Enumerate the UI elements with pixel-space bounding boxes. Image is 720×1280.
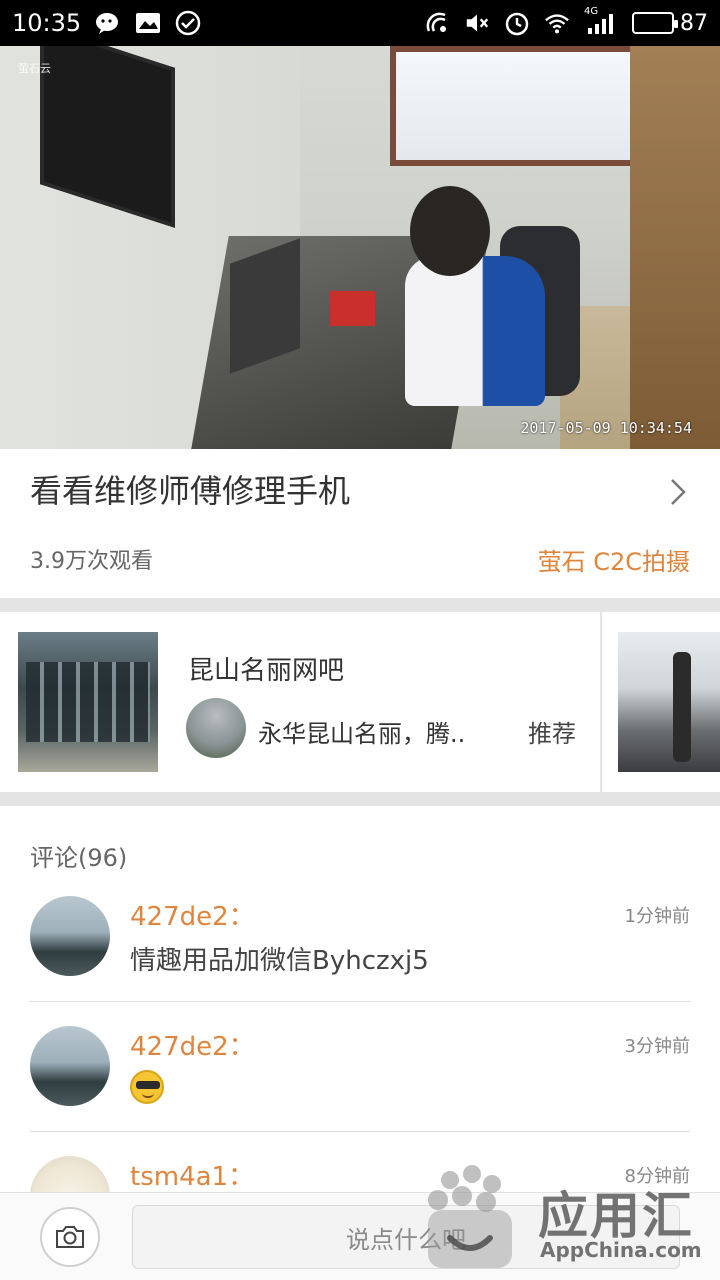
alarm-icon	[504, 10, 530, 36]
comment-time: 3分钟前	[624, 1036, 690, 1057]
card-divider	[600, 612, 602, 792]
wechat-icon	[95, 10, 121, 36]
recommend-tag: 推荐	[528, 720, 576, 748]
recommend-subtitle: 永华昆山名丽，腾..	[258, 720, 466, 748]
recommend-thumbnail[interactable]	[18, 632, 158, 772]
comment-input-placeholder: 说点什么吧	[346, 1225, 466, 1254]
camera-button[interactable]	[40, 1207, 100, 1267]
nfc-icon	[424, 10, 450, 36]
comment-input-bar: 说点什么吧	[0, 1192, 720, 1280]
comment-separator	[30, 1131, 690, 1132]
recommend-name[interactable]: 昆山名丽网吧	[188, 650, 344, 687]
camera-icon	[56, 1226, 84, 1248]
avatar[interactable]	[186, 698, 246, 758]
signal-icon: 4G	[584, 6, 618, 36]
status-time: 10:35	[12, 9, 82, 37]
gallery-icon	[135, 10, 161, 36]
video-player[interactable]: 萤石云 2017-05-09 10:34:54	[0, 46, 720, 449]
comment-input[interactable]: 说点什么吧	[132, 1205, 680, 1269]
comment-separator	[30, 1001, 690, 1002]
network-type: 4G	[584, 6, 599, 17]
section-divider	[0, 792, 720, 806]
battery-percent: 87	[680, 10, 708, 36]
comment-time: 1分钟前	[624, 906, 690, 927]
comments-header: 评论(96)	[30, 844, 128, 872]
comment-text: 情趣用品加微信Byhczxj5	[130, 946, 429, 976]
wifi-icon	[544, 10, 570, 36]
comment-item[interactable]: 427de2： 3分钟前	[0, 1026, 720, 1156]
comment-user[interactable]: 427de2：	[130, 1026, 255, 1063]
avatar[interactable]	[30, 1026, 110, 1106]
video-logo: 萤石云	[18, 62, 51, 75]
repair-technician	[395, 186, 545, 416]
comment-user[interactable]: tsm4a1：	[130, 1156, 254, 1193]
next-recommend-thumbnail[interactable]	[618, 632, 720, 772]
comment-item[interactable]: 427de2： 1分钟前 情趣用品加微信Byhczxj5	[0, 896, 720, 1026]
source-label[interactable]: 萤石 C2C拍摄	[538, 542, 690, 577]
status-bar: 10:35 4G 87	[0, 0, 720, 46]
video-timestamp: 2017-05-09 10:34:54	[520, 419, 692, 437]
view-count: 3.9万次观看	[30, 549, 153, 574]
chevron-right-icon[interactable]	[666, 477, 690, 505]
section-divider	[0, 598, 720, 612]
battery-icon: 87	[632, 11, 708, 36]
comment-user[interactable]: 427de2：	[130, 896, 255, 933]
check-circle-icon	[175, 10, 201, 36]
video-title-row[interactable]: 看看维修师傅修理手机	[0, 449, 720, 529]
page-title: 看看维修师傅修理手机	[30, 472, 351, 510]
sunglasses-emoji-icon	[130, 1070, 164, 1104]
comment-time: 8分钟前	[624, 1166, 690, 1187]
avatar[interactable]	[30, 896, 110, 976]
video-meta: 3.9万次观看 萤石 C2C拍摄	[0, 529, 720, 589]
mute-icon	[464, 10, 490, 36]
recommend-card[interactable]: 昆山名丽网吧 永华昆山名丽，腾.. 推荐	[0, 612, 720, 792]
